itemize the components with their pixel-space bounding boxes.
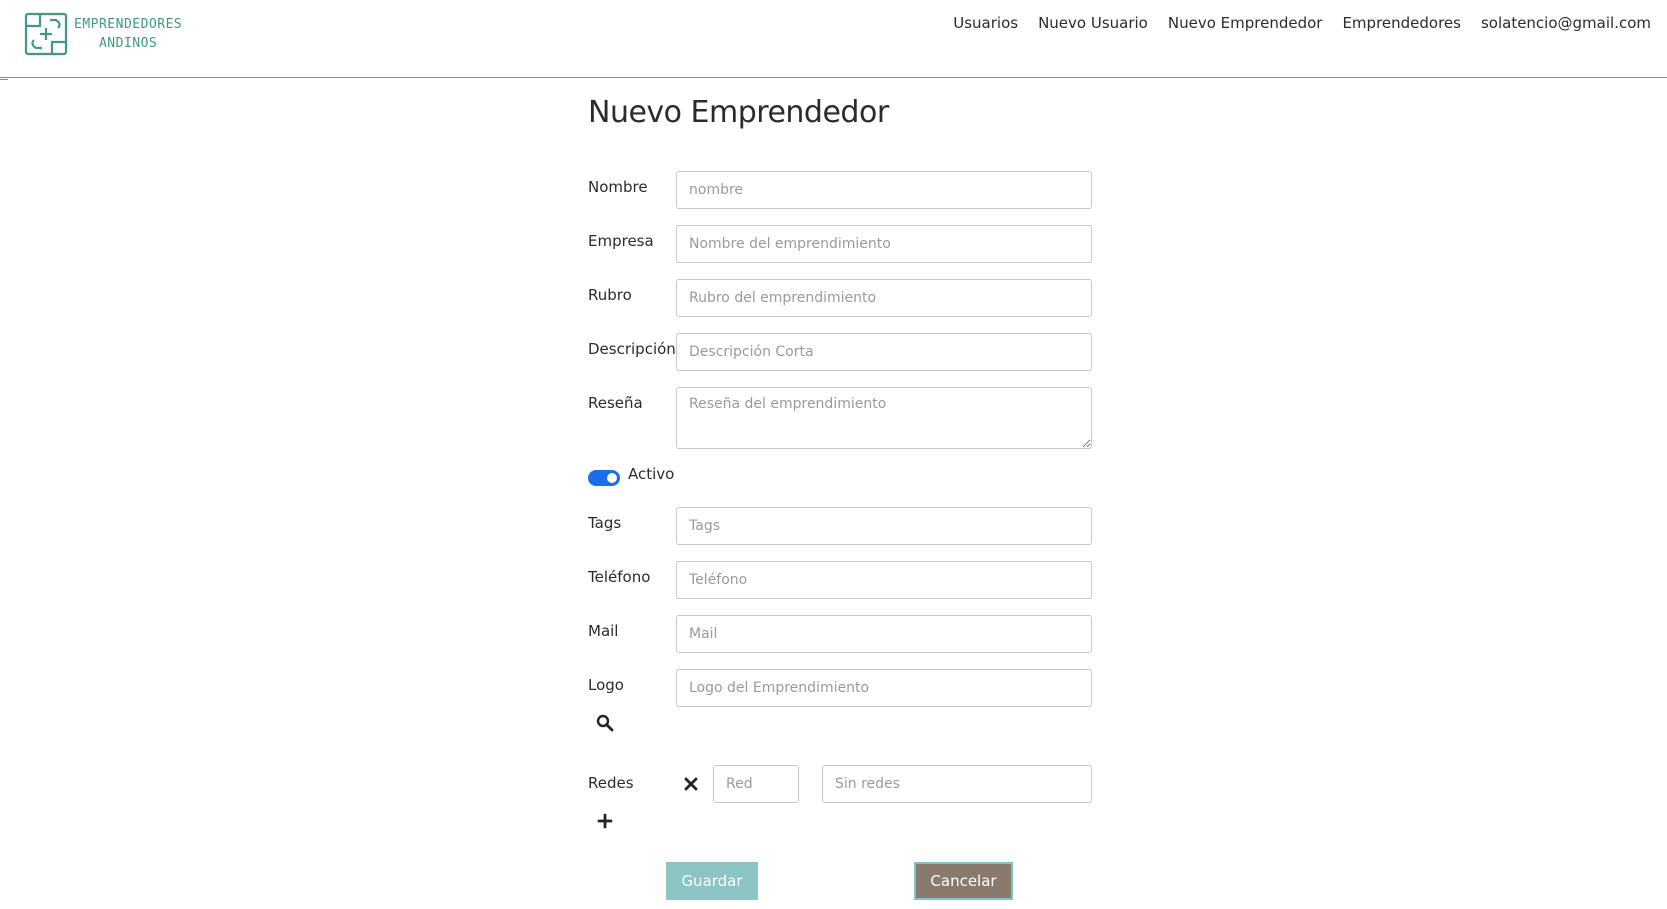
- toggle-knob: [607, 473, 617, 483]
- tags-input[interactable]: [676, 507, 1092, 545]
- redes-label: Redes: [588, 774, 634, 792]
- rubro-label: Rubro: [588, 286, 632, 304]
- page-title: Nuevo Emprendedor: [588, 95, 889, 130]
- empresa-label: Empresa: [588, 232, 654, 250]
- guardar-button[interactable]: Guardar: [666, 862, 758, 900]
- activo-toggle[interactable]: [588, 470, 620, 486]
- rubro-input[interactable]: [676, 279, 1092, 317]
- empresa-input[interactable]: [676, 225, 1092, 263]
- telefono-label: Teléfono: [588, 568, 651, 586]
- nombre-input[interactable]: [676, 171, 1092, 209]
- tags-label: Tags: [588, 514, 622, 532]
- brand-line2: ANDINOS: [98, 36, 158, 51]
- brand-name: EMPRENDEDORES ANDINOS: [74, 15, 182, 53]
- logo-icon: [24, 12, 68, 56]
- top-nav: Usuarios Nuevo Usuario Nuevo Emprendedor…: [953, 14, 1651, 32]
- descripcion-label: Descripción: [588, 340, 676, 358]
- activo-label: Activo: [628, 465, 675, 483]
- resena-textarea[interactable]: [676, 387, 1092, 449]
- navbar: EMPRENDEDORES ANDINOS Usuarios Nuevo Usu…: [0, 0, 1667, 78]
- telefono-input[interactable]: [676, 561, 1092, 599]
- close-icon[interactable]: [684, 776, 698, 795]
- brand-logo[interactable]: EMPRENDEDORES ANDINOS: [22, 10, 182, 58]
- brand-line1: EMPRENDEDORES: [74, 17, 183, 32]
- nav-item-user-email[interactable]: solatencio@gmail.com: [1481, 14, 1651, 32]
- nombre-label: Nombre: [588, 178, 648, 196]
- resena-label: Reseña: [588, 394, 643, 412]
- nav-item-nuevo-usuario[interactable]: Nuevo Usuario: [1038, 14, 1148, 32]
- nav-item-usuarios[interactable]: Usuarios: [953, 14, 1018, 32]
- search-icon[interactable]: [596, 714, 614, 736]
- logo-label: Logo: [588, 676, 624, 694]
- red-value-input[interactable]: [822, 765, 1092, 803]
- nav-item-emprendedores[interactable]: Emprendedores: [1342, 14, 1461, 32]
- mail-input[interactable]: [676, 615, 1092, 653]
- red-name-input[interactable]: [713, 765, 799, 803]
- nav-item-nuevo-emprendedor[interactable]: Nuevo Emprendedor: [1168, 14, 1323, 32]
- plus-icon[interactable]: [597, 813, 613, 833]
- divider: [0, 79, 8, 80]
- cancelar-button[interactable]: Cancelar: [914, 862, 1013, 900]
- mail-label: Mail: [588, 622, 619, 640]
- logo-input[interactable]: [676, 669, 1092, 707]
- descripcion-input[interactable]: [676, 333, 1092, 371]
